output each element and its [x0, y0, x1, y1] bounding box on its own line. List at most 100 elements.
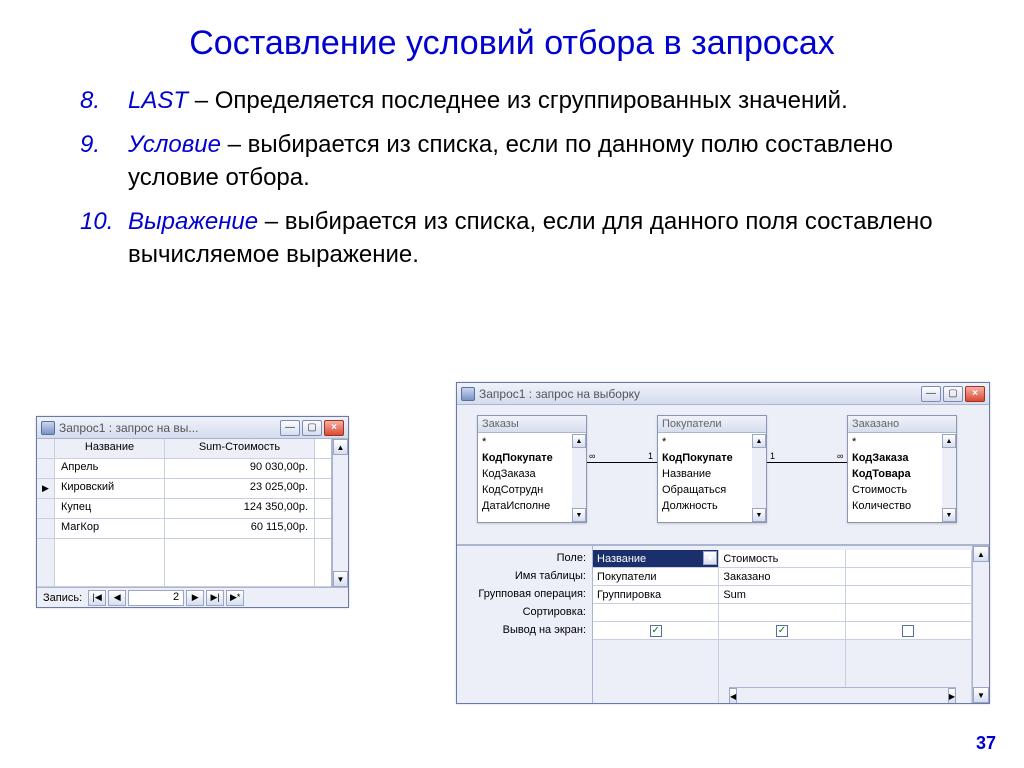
join-line[interactable]: [587, 462, 657, 463]
grid-column[interactable]: [846, 550, 972, 703]
field-list[interactable]: * КодПокупате КодЗаказа КодСотрудн ДатаИ…: [478, 434, 572, 522]
show-cell[interactable]: ✓: [593, 622, 718, 640]
column-header[interactable]: Название: [55, 439, 165, 458]
grid-column[interactable]: Стоимость Заказано Sum ✓: [719, 550, 845, 703]
column-header[interactable]: Sum-Стоимость: [165, 439, 315, 458]
table-cell[interactable]: Заказано: [719, 568, 844, 586]
table-pokupateli[interactable]: Покупатели * КодПокупате Название Обраща…: [657, 415, 767, 523]
close-button[interactable]: ×: [965, 386, 985, 402]
field[interactable]: *: [478, 434, 572, 450]
field-cell[interactable]: [846, 550, 971, 568]
scroll-track[interactable]: [333, 455, 348, 571]
scroll-up-icon[interactable]: ▲: [333, 439, 348, 455]
field[interactable]: КодСотрудн: [478, 482, 572, 498]
field[interactable]: Должность: [658, 498, 752, 514]
field[interactable]: ДатаИсполне: [478, 498, 572, 514]
prev-record-button[interactable]: ◀: [108, 590, 126, 606]
field-list[interactable]: * КодЗаказа КодТовара Стоимость Количест…: [848, 434, 942, 522]
checkbox-icon[interactable]: ✓: [776, 625, 788, 637]
field[interactable]: *: [848, 434, 942, 450]
op-cell[interactable]: Группировка: [593, 586, 718, 604]
titlebar[interactable]: Запрос1 : запрос на вы... — ▢ ×: [37, 417, 348, 439]
row-selector[interactable]: [37, 439, 55, 458]
minimize-button[interactable]: —: [921, 386, 941, 402]
last-record-button[interactable]: ▶|: [206, 590, 224, 606]
checkbox-icon[interactable]: [902, 625, 914, 637]
sort-cell[interactable]: [846, 604, 971, 622]
maximize-button[interactable]: ▢: [302, 420, 322, 436]
scroll-up-icon[interactable]: ▲: [572, 434, 586, 448]
close-button[interactable]: ×: [324, 420, 344, 436]
minimize-button[interactable]: —: [280, 420, 300, 436]
scroll-up-icon[interactable]: ▲: [942, 434, 956, 448]
row-selector[interactable]: [37, 459, 55, 478]
join-line[interactable]: [767, 462, 847, 463]
field[interactable]: КодЗаказа: [848, 450, 942, 466]
cell[interactable]: МагКор: [55, 519, 165, 538]
field-list[interactable]: * КодПокупате Название Обращаться Должно…: [658, 434, 752, 522]
field[interactable]: Стоимость: [848, 482, 942, 498]
dropdown-icon[interactable]: ▼: [703, 551, 717, 565]
table-row[interactable]: Купец 124 350,00р.: [37, 499, 331, 519]
row-selector[interactable]: [37, 539, 55, 586]
scroll-down-icon[interactable]: ▼: [973, 687, 989, 703]
field[interactable]: КодПокупате: [478, 450, 572, 466]
table-header[interactable]: Заказано: [848, 416, 956, 433]
vertical-scrollbar[interactable]: ▲ ▼: [572, 434, 586, 522]
sort-cell[interactable]: [593, 604, 718, 622]
show-cell[interactable]: ✓: [719, 622, 844, 640]
vertical-scrollbar[interactable]: ▲ ▼: [752, 434, 766, 522]
cell[interactable]: Кировский: [55, 479, 165, 498]
scroll-right-icon[interactable]: ▶: [948, 688, 956, 703]
titlebar[interactable]: Запрос1 : запрос на выборку — ▢ ×: [457, 383, 989, 405]
scroll-down-icon[interactable]: ▼: [572, 508, 586, 522]
cell[interactable]: [55, 539, 165, 586]
field[interactable]: Обращаться: [658, 482, 752, 498]
next-record-button[interactable]: ▶: [186, 590, 204, 606]
datasheet-grid[interactable]: Название Sum-Стоимость Апрель 90 030,00р…: [37, 439, 332, 587]
scroll-down-icon[interactable]: ▼: [752, 508, 766, 522]
field-cell[interactable]: Стоимость: [719, 550, 844, 568]
design-grid[interactable]: Поле: Имя таблицы: Групповая операция: С…: [457, 545, 989, 703]
field[interactable]: Название: [658, 466, 752, 482]
cell[interactable]: Апрель: [55, 459, 165, 478]
table-zakazano[interactable]: Заказано * КодЗаказа КодТовара Стоимость…: [847, 415, 957, 523]
field[interactable]: Количество: [848, 498, 942, 514]
relationships-pane[interactable]: ∞ 1 1 ∞ Заказы * КодПокупате КодЗаказа К…: [457, 405, 989, 545]
cell[interactable]: 90 030,00р.: [165, 459, 315, 478]
table-header[interactable]: Покупатели: [658, 416, 766, 433]
table-row[interactable]: ▶ Кировский 23 025,00р.: [37, 479, 331, 499]
first-record-button[interactable]: |◀: [88, 590, 106, 606]
cell[interactable]: [165, 539, 315, 586]
row-selector[interactable]: [37, 499, 55, 518]
cell[interactable]: 23 025,00р.: [165, 479, 315, 498]
field[interactable]: *: [658, 434, 752, 450]
grid-column[interactable]: Название ▼ Покупатели Группировка ✓: [593, 550, 719, 703]
new-record-button[interactable]: ▶*: [226, 590, 244, 606]
field[interactable]: КодЗаказа: [478, 466, 572, 482]
sort-cell[interactable]: [719, 604, 844, 622]
vertical-scrollbar[interactable]: ▲ ▼: [942, 434, 956, 522]
show-cell[interactable]: [846, 622, 971, 640]
scroll-left-icon[interactable]: ◀: [729, 688, 737, 703]
row-selector[interactable]: ▶: [37, 479, 55, 498]
scroll-up-icon[interactable]: ▲: [973, 546, 989, 562]
table-cell[interactable]: [846, 568, 971, 586]
checkbox-icon[interactable]: ✓: [650, 625, 662, 637]
cell[interactable]: 60 115,00р.: [165, 519, 315, 538]
table-row[interactable]: МагКор 60 115,00р.: [37, 519, 331, 539]
op-cell[interactable]: [846, 586, 971, 604]
table-header[interactable]: Заказы: [478, 416, 586, 433]
table-row[interactable]: Апрель 90 030,00р.: [37, 459, 331, 479]
vertical-scrollbar[interactable]: ▲ ▼: [973, 546, 989, 703]
maximize-button[interactable]: ▢: [943, 386, 963, 402]
field-cell[interactable]: Название ▼: [593, 550, 718, 568]
op-cell[interactable]: Sum: [719, 586, 844, 604]
field[interactable]: КодТовара: [848, 466, 942, 482]
scroll-up-icon[interactable]: ▲: [752, 434, 766, 448]
record-number-input[interactable]: 2: [128, 590, 184, 606]
field[interactable]: КодПокупате: [658, 450, 752, 466]
cell[interactable]: Купец: [55, 499, 165, 518]
scroll-down-icon[interactable]: ▼: [333, 571, 348, 587]
row-selector[interactable]: [37, 519, 55, 538]
